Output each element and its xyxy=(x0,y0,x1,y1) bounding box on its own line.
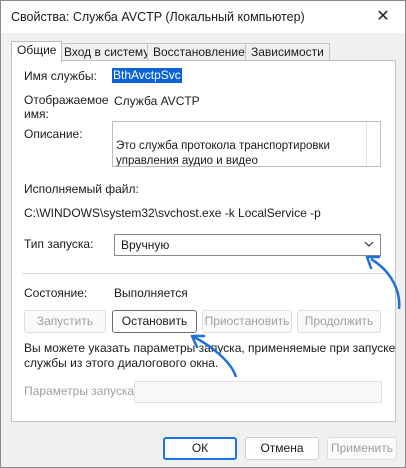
exe-path[interactable]: C:\WINDOWS\system32\svchost.exe -k Local… xyxy=(24,206,321,220)
exe-label: Исполняемый файл: xyxy=(24,182,139,196)
description-box[interactable]: Это служба протокола транспортировки упр… xyxy=(112,121,381,167)
start-params-input[interactable] xyxy=(134,381,382,403)
status-value: Выполняется xyxy=(114,286,188,300)
startup-type-value: Вручную xyxy=(121,238,170,252)
properties-window: Свойства: Служба AVCTP (Локальный компью… xyxy=(0,0,406,468)
description-scrollbar[interactable] xyxy=(366,122,380,166)
service-name-label: Имя службы: xyxy=(24,69,97,83)
description-text: Это служба протокола транспортировки упр… xyxy=(116,140,330,167)
window-title: Свойства: Служба AVCTP (Локальный компью… xyxy=(11,10,305,24)
description-label: Описание: xyxy=(24,127,83,141)
cancel-button[interactable]: Отмена xyxy=(245,437,319,460)
annotation-arrow-icon xyxy=(190,334,238,378)
tab-dependencies[interactable]: Зависимости xyxy=(245,43,330,61)
service-name-value[interactable]: BthAvctpSvc xyxy=(112,68,182,83)
status-label: Состояние: xyxy=(24,286,88,300)
tab-general[interactable]: Общие xyxy=(11,41,63,62)
start-button[interactable]: Запустить xyxy=(24,310,106,333)
tab-recovery[interactable]: Восстановление xyxy=(147,43,251,61)
startup-type-select[interactable]: Вручную xyxy=(114,234,381,256)
chevron-down-icon[interactable] xyxy=(364,239,374,251)
stop-button[interactable]: Остановить xyxy=(112,310,197,333)
pause-button[interactable]: Приостановить xyxy=(202,310,292,333)
resume-button[interactable]: Продолжить xyxy=(297,310,381,333)
close-icon[interactable]: ✕ xyxy=(361,1,405,31)
display-name-label-line2: имя: xyxy=(24,107,49,121)
divider xyxy=(22,273,386,274)
start-params-label: Параметры запуска: xyxy=(24,384,138,398)
tab-logon[interactable]: Вход в систему xyxy=(58,43,156,61)
display-name-value[interactable]: Служба AVCTP xyxy=(114,94,200,108)
startup-type-label: Тип запуска: xyxy=(24,237,94,251)
apply-button[interactable]: Применить xyxy=(327,437,397,460)
ok-button[interactable]: ОК xyxy=(163,437,237,460)
annotation-arrow-icon xyxy=(365,255,401,310)
display-name-label-line1: Отображаемое xyxy=(24,93,109,107)
title-bar: Свойства: Служба AVCTP (Локальный компью… xyxy=(1,1,405,33)
